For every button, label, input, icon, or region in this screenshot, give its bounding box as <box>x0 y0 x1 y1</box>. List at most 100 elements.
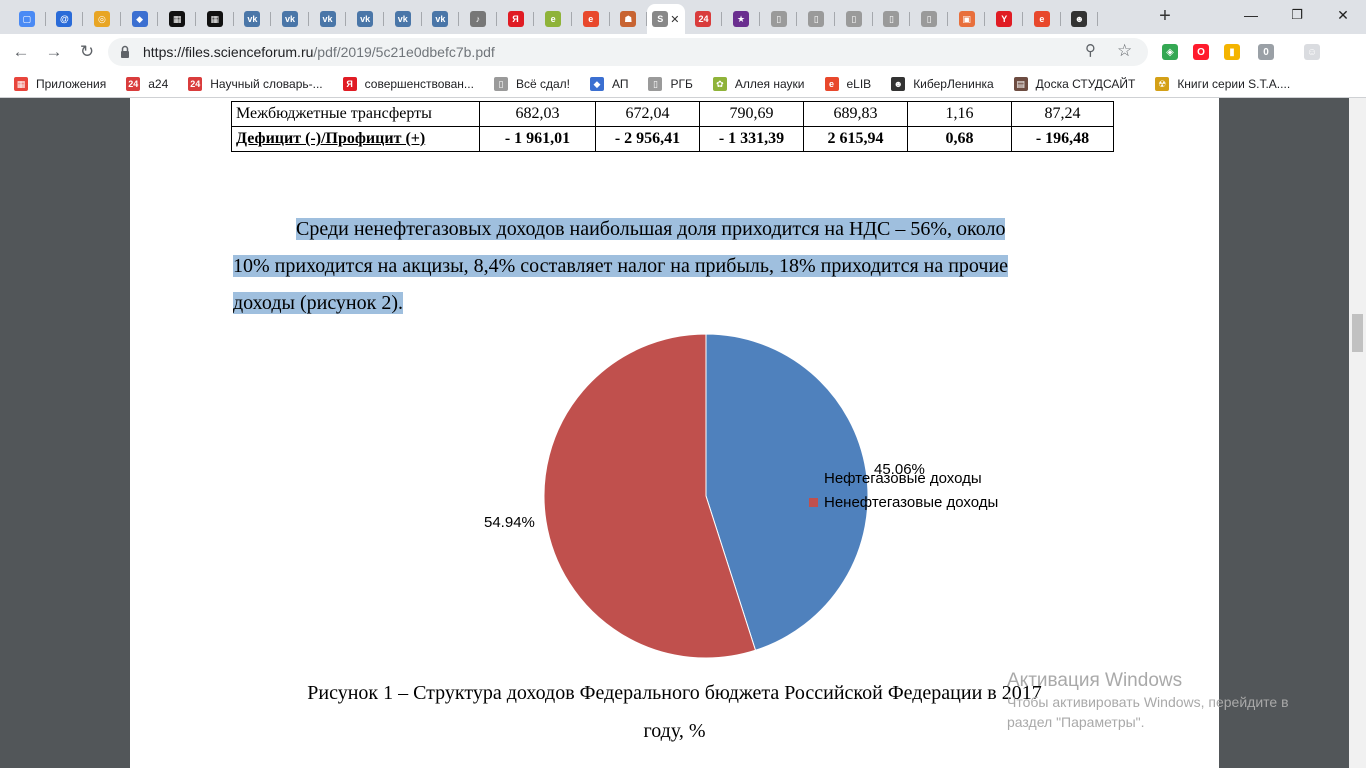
back-button[interactable]: ← <box>8 39 34 65</box>
clapper-icon: ▦ <box>169 11 186 27</box>
audio-icon: ♪ <box>469 11 486 27</box>
vk-icon: vk <box>281 11 298 27</box>
row-label-text: Межбюджетные трансферты <box>236 105 432 122</box>
tab[interactable]: vk <box>234 4 272 34</box>
bookmark-item[interactable]: Ясовершенствован... <box>342 75 474 93</box>
tab[interactable]: ▣ <box>948 4 986 34</box>
reload-button[interactable]: ↻ <box>74 39 100 65</box>
watermark-line: Чтобы активировать Windows, перейдите в <box>1007 694 1289 710</box>
bookmark-item[interactable]: ▤ Доска СТУДСАЙТ <box>1013 75 1135 93</box>
paragraph-line[interactable]: доходы (рисунок 2). <box>233 285 1103 322</box>
paragraph-line[interactable]: Среди ненефтегазовых доходов наибольшая … <box>233 211 1103 248</box>
tab[interactable]: ▯ <box>910 4 948 34</box>
tab[interactable]: e <box>1023 4 1061 34</box>
leaf-icon: ✿ <box>712 77 727 91</box>
row-label: Межбюджетные трансферты <box>231 101 480 127</box>
document-icon: ▯ <box>921 11 938 27</box>
windows-activation-watermark: Активация Windows Чтобы активировать Win… <box>1007 670 1289 732</box>
bookmark-item[interactable]: ▯ РГБ <box>648 75 693 93</box>
new-tab-button[interactable]: + <box>1151 5 1179 29</box>
elib-red-icon: e <box>824 77 839 91</box>
tab[interactable]: ▯ <box>797 4 835 34</box>
bookmark-item[interactable]: ▦ Приложения <box>14 75 106 93</box>
elib-red-icon: e <box>582 11 599 27</box>
document-icon: ▯ <box>883 11 900 27</box>
tab[interactable]: @ <box>46 4 84 34</box>
page-icon: ▯ <box>648 77 663 91</box>
tab[interactable]: ☗ <box>610 4 648 34</box>
tab[interactable]: Я <box>497 4 535 34</box>
tab[interactable]: ▦ <box>158 4 196 34</box>
tab-list: ▢ @ ◎ ◆ ▦ ▦ vk vk vk vk vk vk ♪ Яe e ☗ S ✕ 24 ★ ▯ ▯ ▯ ▯ ▯ ▣ Ye ☻ <box>8 4 1098 34</box>
tab[interactable]: vk <box>346 4 384 34</box>
minimize-button[interactable]: — <box>1228 0 1274 30</box>
bookmark-item[interactable]: e eLIB <box>824 75 872 93</box>
selected-paragraph[interactable]: Среди ненефтегазовых доходов наибольшая … <box>233 211 1103 322</box>
tab[interactable]: ▢ <box>8 4 46 34</box>
table-cell: 689,83 <box>803 101 908 127</box>
url-text[interactable]: https://files.scienceforum.ru/pdf/2019/5… <box>143 44 495 60</box>
bookmark-flag-icon[interactable]: ▮ <box>1224 44 1240 60</box>
profile-icon[interactable]: ☺ <box>1304 44 1320 60</box>
document-icon: ▯ <box>845 11 862 27</box>
page-icon: ▯ <box>493 77 508 91</box>
tab[interactable]: vk <box>271 4 309 34</box>
bookmark-item[interactable]: ✿ Аллея науки <box>712 75 805 93</box>
table-cell: - 196,48 <box>1011 126 1114 152</box>
tab-strip: ▢ @ ◎ ◆ ▦ ▦ vk vk vk vk vk vk ♪ Яe e ☗ S ✕ 24 ★ ▯ ▯ ▯ ▯ ▯ ▣ Ye ☻ + … <box>0 0 1366 34</box>
bookmark-item[interactable]: ☢ Книги серии S.T.A.... <box>1155 75 1290 93</box>
tab[interactable]: ▯ <box>760 4 798 34</box>
tab[interactable]: ♪ <box>459 4 497 34</box>
extension-color-icon[interactable]: ◈ <box>1162 44 1178 60</box>
tab-active[interactable]: S ✕ <box>647 4 685 34</box>
tab[interactable]: ◎ <box>83 4 121 34</box>
legend-swatch <box>809 498 818 507</box>
extension-counter-icon[interactable]: 0 <box>1258 44 1274 60</box>
table-cell: 1,16 <box>907 101 1012 127</box>
table-row: Дефицит (-)/Профицит (+) - 1 961,01- 2 95… <box>231 126 1114 152</box>
bookmark-item[interactable]: 24 Научный словарь-... <box>188 75 323 93</box>
table-cell: 790,69 <box>699 101 804 127</box>
cyberleninka-icon: ☻ <box>891 77 906 91</box>
tab[interactable]: ▦ <box>196 4 234 34</box>
tab[interactable]: Y <box>985 4 1023 34</box>
tab[interactable]: vk <box>309 4 347 34</box>
revenue-pie-chart: 45.06%54.94%Нефтегазовые доходыНенефтега… <box>484 333 998 659</box>
vk-icon: vk <box>394 11 411 27</box>
close-window-button[interactable]: ✕ <box>1320 0 1366 30</box>
tab[interactable]: ▯ <box>873 4 911 34</box>
maximize-button[interactable]: ❐ <box>1274 0 1320 30</box>
bookmark-star-icon[interactable]: ☆ <box>1117 41 1132 61</box>
opera-icon[interactable]: O <box>1193 44 1209 60</box>
bookmark-label: a24 <box>148 77 169 91</box>
table-row: Межбюджетные трансферты 682,03 672,04 790,6… <box>231 101 1114 127</box>
bookmark-item[interactable]: ◆ АП <box>589 75 628 93</box>
bookmark-label: eLIB <box>846 77 872 91</box>
tab[interactable]: 24 <box>685 4 723 34</box>
url-host: https://files.scienceforum.ru <box>143 44 314 60</box>
a24-icon: 24 <box>126 77 141 91</box>
bookmark-item[interactable]: ▯ Всё сдал! <box>493 75 570 93</box>
lock-icon[interactable] <box>120 45 130 59</box>
tab[interactable]: vk <box>384 4 422 34</box>
bookmark-item[interactable]: ☻ КиберЛенинка <box>891 75 994 93</box>
scrollbar[interactable] <box>1349 98 1366 768</box>
file-icon: S <box>652 11 669 27</box>
tab[interactable]: ◆ <box>121 4 159 34</box>
paragraph-line[interactable]: 10% приходится на акцизы, 8,4% составляе… <box>233 248 1103 285</box>
tab[interactable]: vk <box>422 4 460 34</box>
scroll-thumb[interactable] <box>1352 314 1363 352</box>
tab[interactable]: e <box>534 4 572 34</box>
tab[interactable]: ☻ <box>1061 4 1099 34</box>
close-tab-icon[interactable]: ✕ <box>670 13 679 26</box>
zoom-icon[interactable]: ⚲ <box>1085 41 1096 59</box>
bookmark-item[interactable]: 24 a24 <box>126 75 168 93</box>
bookmark-label: Приложения <box>36 77 107 91</box>
tab[interactable]: ▯ <box>835 4 873 34</box>
slides-icon: ▣ <box>958 11 975 27</box>
tab[interactable]: ★ <box>722 4 760 34</box>
address-bar[interactable]: https://files.scienceforum.ru/pdf/2019/5… <box>108 38 1148 66</box>
tab[interactable]: e <box>572 4 610 34</box>
forward-button[interactable]: → <box>41 39 67 65</box>
pie-data-label: 54.94% <box>484 514 535 531</box>
